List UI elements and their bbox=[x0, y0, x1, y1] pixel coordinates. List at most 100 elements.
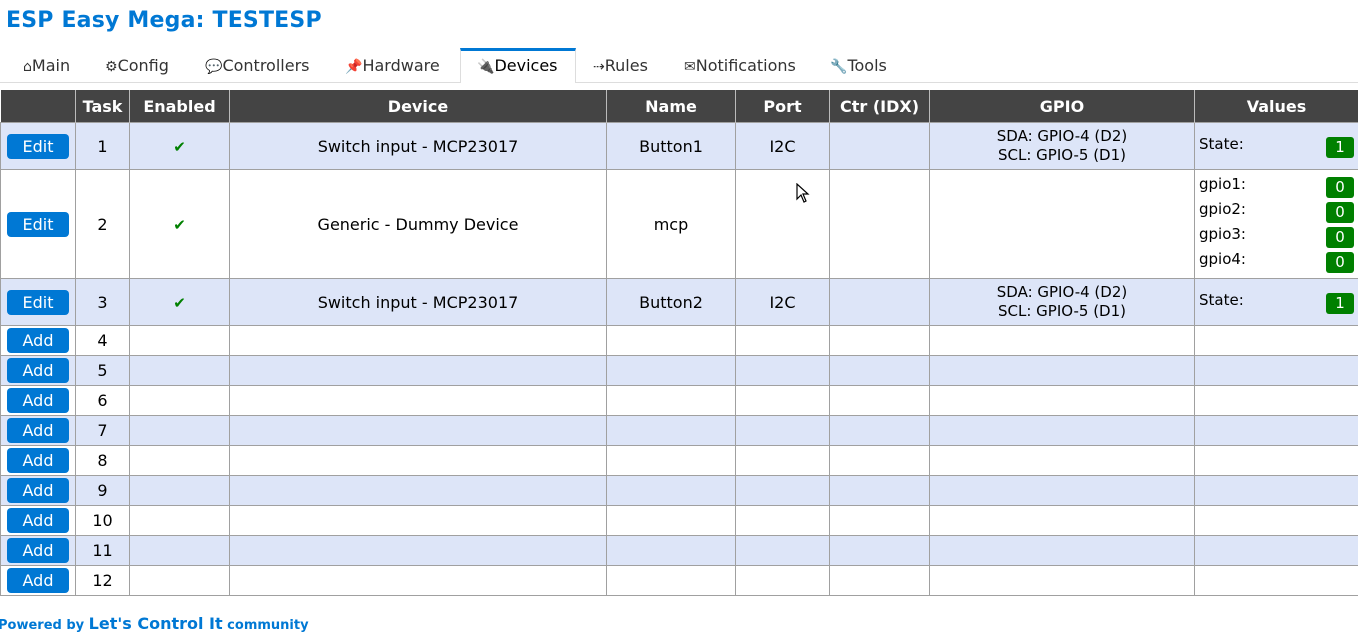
table-row: Edit 1 ✔ Switch input - MCP23017 Button1… bbox=[0, 122, 1358, 170]
footer: Powered by Let's Control It community bbox=[0, 614, 309, 633]
edit-button[interactable]: Edit bbox=[7, 211, 69, 237]
task-number: 7 bbox=[75, 415, 130, 446]
value-badge: 0 bbox=[1326, 227, 1354, 248]
edit-button[interactable]: Edit bbox=[7, 289, 69, 315]
task-number: 3 bbox=[75, 278, 130, 326]
device-name: Generic - Dummy Device bbox=[229, 169, 607, 279]
footer-link[interactable]: Let's Control It bbox=[89, 614, 223, 633]
value-label: gpio4: bbox=[1199, 250, 1246, 268]
home-icon: ⌂ bbox=[23, 59, 32, 75]
table-row: Add 10 bbox=[0, 505, 1358, 536]
value-label: State: bbox=[1199, 290, 1244, 309]
arrow-right-icon: ⇢ bbox=[593, 59, 605, 75]
enabled-cell: ✔ bbox=[129, 122, 230, 170]
add-button[interactable]: Add bbox=[7, 478, 69, 503]
action-cell: Edit bbox=[0, 278, 76, 326]
speech-bubble-icon: 💬 bbox=[205, 59, 223, 75]
gpio-cell: SDA: GPIO-4 (D2) SCL: GPIO-5 (D1) bbox=[929, 278, 1195, 326]
checkmark-icon: ✔ bbox=[173, 137, 186, 156]
tab-rules[interactable]: ⇢Rules bbox=[593, 48, 648, 82]
gpio-line: SCL: GPIO-5 (D1) bbox=[997, 146, 1126, 164]
devices-table: Task Enabled Device Name Port Ctr (IDX) … bbox=[0, 90, 1358, 596]
value-row: gpio2: 0 bbox=[1195, 199, 1358, 224]
values-cell: gpio1: 0 gpio2: 0 gpio3: 0 gpio4: 0 bbox=[1194, 169, 1358, 279]
table-row: Add 6 bbox=[0, 385, 1358, 416]
action-cell: Add bbox=[0, 325, 76, 356]
action-cell: Add bbox=[0, 415, 76, 446]
port: I2C bbox=[735, 278, 830, 326]
mouse-cursor-icon bbox=[796, 183, 810, 203]
edit-button[interactable]: Edit bbox=[7, 133, 69, 159]
values-cell: State: 1 bbox=[1194, 278, 1358, 326]
add-button[interactable]: Add bbox=[7, 328, 69, 353]
tab-devices[interactable]: 🔌Devices bbox=[460, 48, 576, 83]
task-number: 5 bbox=[75, 355, 130, 386]
action-cell: Add bbox=[0, 445, 76, 476]
add-button[interactable]: Add bbox=[7, 508, 69, 533]
tab-label: Rules bbox=[604, 56, 648, 75]
column-header-port: Port bbox=[735, 90, 830, 123]
port bbox=[735, 169, 830, 279]
task-name: Button2 bbox=[606, 278, 736, 326]
add-button[interactable]: Add bbox=[7, 358, 69, 383]
value-row: gpio3: 0 bbox=[1195, 224, 1358, 249]
tab-hardware[interactable]: 📌Hardware bbox=[345, 48, 440, 82]
action-cell: Add bbox=[0, 565, 76, 596]
checkmark-icon: ✔ bbox=[173, 293, 186, 312]
pushpin-icon: 📌 bbox=[345, 59, 363, 75]
value-label: State: bbox=[1199, 134, 1244, 153]
column-header-name: Name bbox=[606, 90, 736, 123]
tab-notifications[interactable]: ✉Notifications bbox=[684, 48, 796, 82]
enabled-cell: ✔ bbox=[129, 278, 230, 326]
tab-label: Main bbox=[31, 56, 71, 75]
action-cell: Edit bbox=[0, 122, 76, 170]
table-row: Add 8 bbox=[0, 445, 1358, 476]
table-row: Add 7 bbox=[0, 415, 1358, 446]
value-row: gpio1: 0 bbox=[1195, 174, 1358, 199]
tab-config[interactable]: ⚙Config bbox=[105, 48, 169, 82]
add-button[interactable]: Add bbox=[7, 538, 69, 563]
footer-suffix: community bbox=[222, 618, 309, 633]
task-number: 4 bbox=[75, 325, 130, 356]
add-button[interactable]: Add bbox=[7, 448, 69, 473]
enabled-cell: ✔ bbox=[129, 169, 230, 279]
tab-label: Devices bbox=[494, 56, 558, 75]
ctr-idx bbox=[829, 169, 930, 279]
task-number: 12 bbox=[75, 565, 130, 596]
values-cell: State: 1 bbox=[1194, 122, 1358, 170]
device-name: Switch input - MCP23017 bbox=[229, 122, 607, 170]
gpio-line: SCL: GPIO-5 (D1) bbox=[997, 302, 1126, 320]
envelope-icon: ✉ bbox=[684, 59, 696, 75]
column-header-ctr-idx: Ctr (IDX) bbox=[829, 90, 930, 123]
tab-controllers[interactable]: 💬Controllers bbox=[205, 48, 309, 82]
action-cell: Add bbox=[0, 475, 76, 506]
add-button[interactable]: Add bbox=[7, 388, 69, 413]
task-name: Button1 bbox=[606, 122, 736, 170]
checkmark-icon: ✔ bbox=[173, 215, 186, 234]
add-button[interactable]: Add bbox=[7, 418, 69, 443]
value-row: State: 1 bbox=[1195, 290, 1358, 315]
value-row: gpio4: 0 bbox=[1195, 249, 1358, 274]
task-number: 11 bbox=[75, 535, 130, 566]
table-row: Edit 3 ✔ Switch input - MCP23017 Button2… bbox=[0, 278, 1358, 326]
table-row: Add 11 bbox=[0, 535, 1358, 566]
tab-label: Notifications bbox=[695, 56, 796, 75]
footer-prefix: Powered by bbox=[0, 618, 89, 633]
tab-label: Controllers bbox=[222, 56, 310, 75]
action-cell: Add bbox=[0, 505, 76, 536]
column-header-gpio: GPIO bbox=[929, 90, 1195, 123]
table-row: Add 12 bbox=[0, 565, 1358, 596]
action-cell: Add bbox=[0, 385, 76, 416]
table-row: Add 9 bbox=[0, 475, 1358, 506]
ctr-idx bbox=[829, 278, 930, 326]
wrench-icon: 🔧 bbox=[830, 59, 848, 75]
gpio-cell: SDA: GPIO-4 (D2) SCL: GPIO-5 (D1) bbox=[929, 122, 1195, 170]
column-header-device: Device bbox=[229, 90, 607, 123]
task-name: mcp bbox=[606, 169, 736, 279]
tab-tools[interactable]: 🔧Tools bbox=[830, 48, 887, 82]
value-badge: 0 bbox=[1326, 202, 1354, 223]
add-button[interactable]: Add bbox=[7, 568, 69, 593]
tab-main[interactable]: ⌂Main bbox=[23, 48, 70, 82]
task-number: 6 bbox=[75, 385, 130, 416]
gpio-line: SDA: GPIO-4 (D2) bbox=[996, 283, 1128, 301]
